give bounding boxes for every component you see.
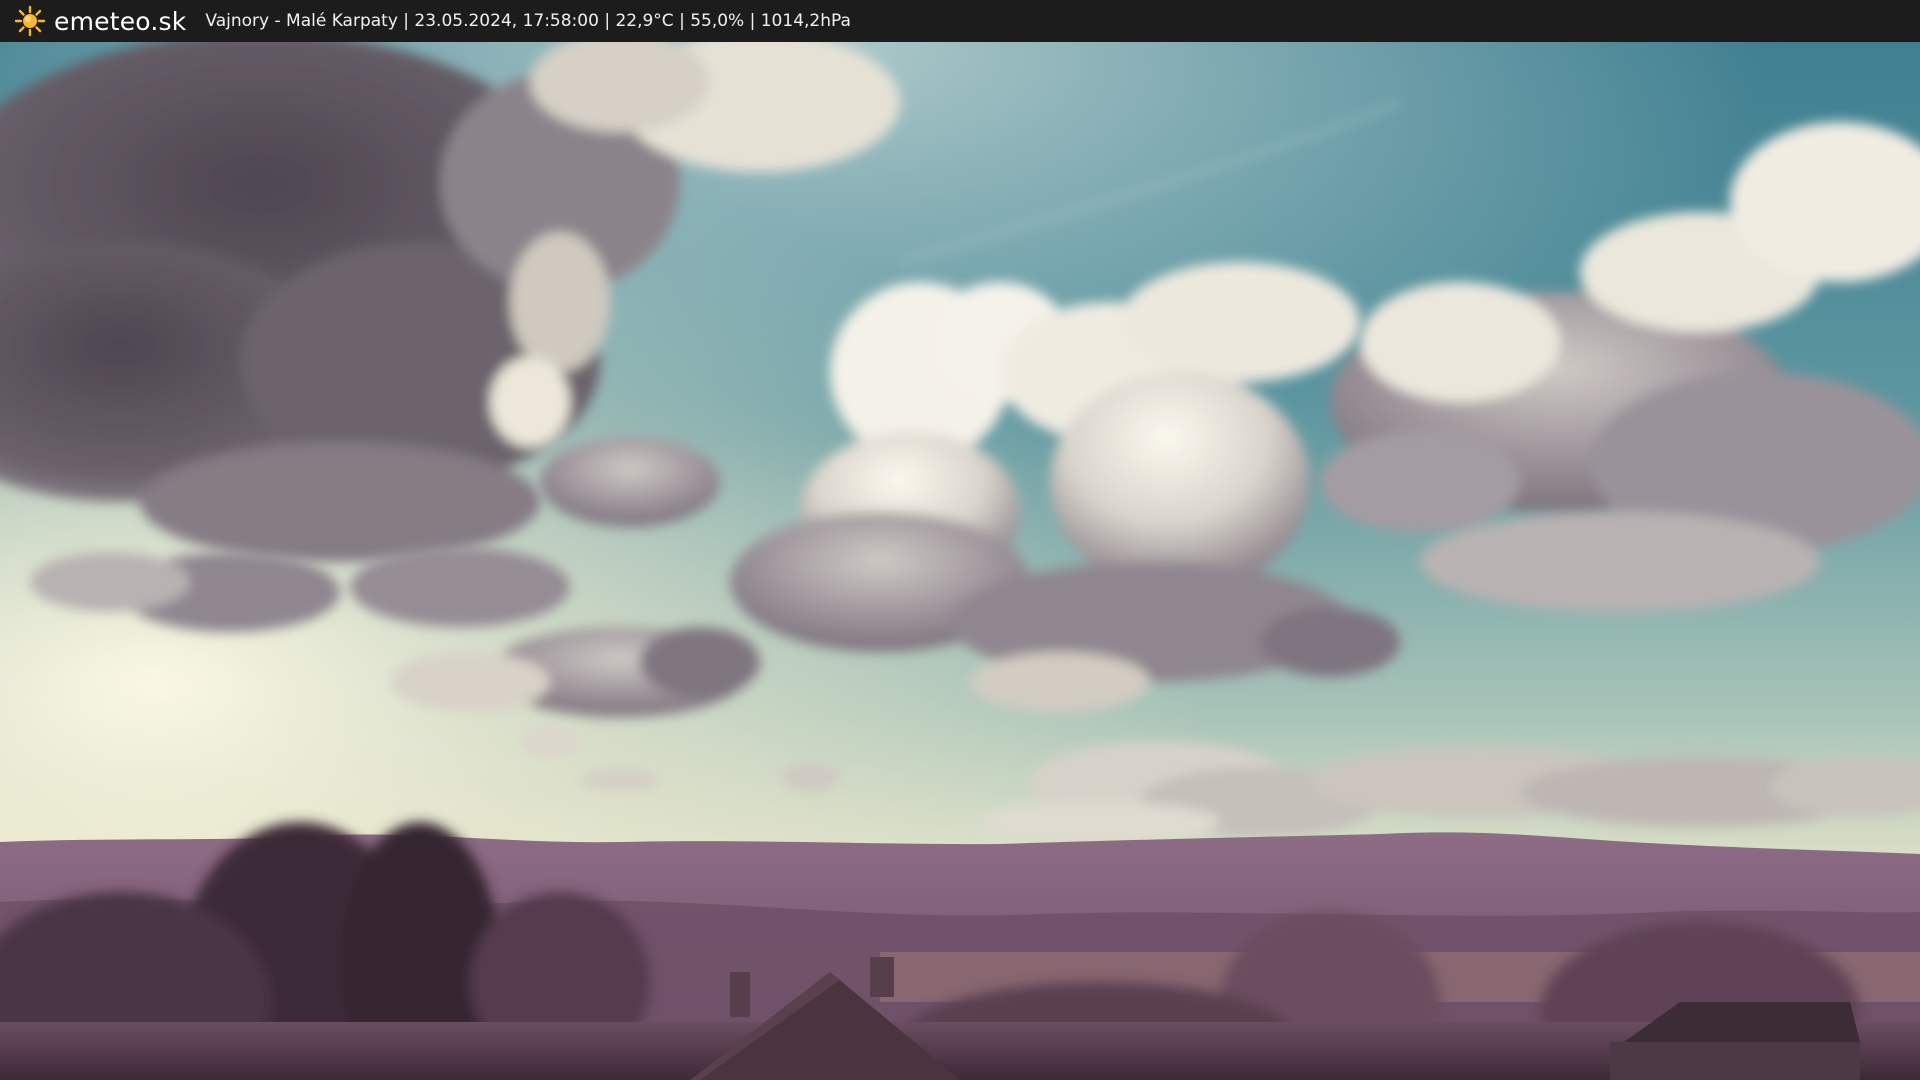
webcam-view: emeteo.sk Vajnory - Malé Karpaty | 23.05… [0, 0, 1920, 1080]
sky-landscape-photo [0, 42, 1920, 1080]
title-bar: emeteo.sk Vajnory - Malé Karpaty | 23.05… [0, 0, 1920, 42]
sun-icon [14, 5, 46, 37]
station-caption: Vajnory - Malé Karpaty | 23.05.2024, 17:… [205, 11, 851, 31]
site-logo-text[interactable]: emeteo.sk [54, 7, 186, 36]
